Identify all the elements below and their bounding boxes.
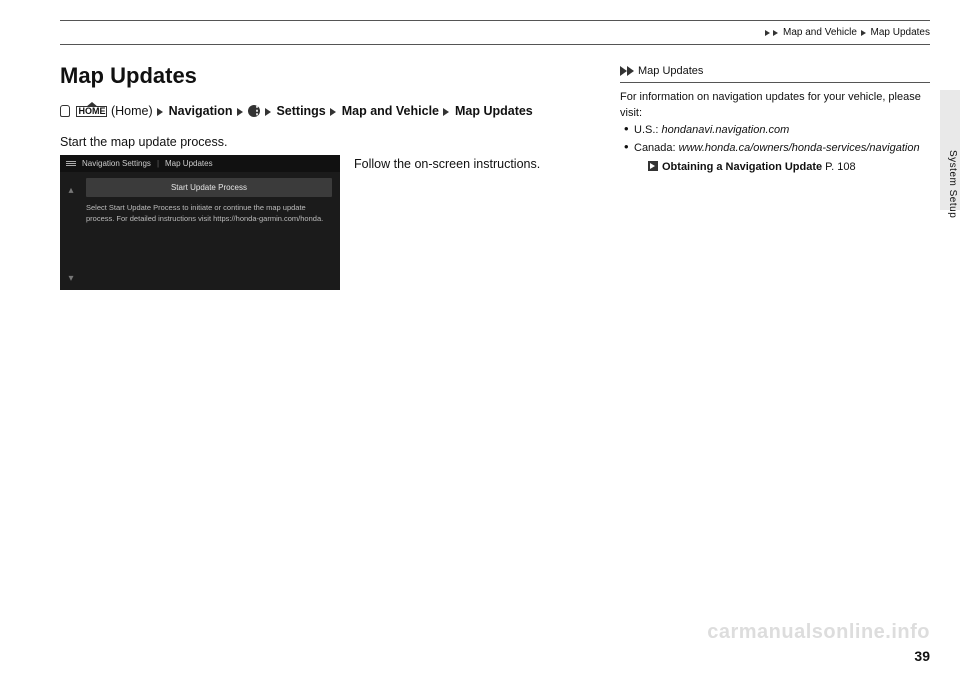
tip-info: For information on navigation updates fo… <box>620 89 930 122</box>
home-icon: HOME <box>76 106 107 117</box>
tip-icon <box>620 66 627 76</box>
list-item: U.S.: hondanavi.navigation.com <box>624 122 930 139</box>
tip-header: Map Updates <box>620 63 930 83</box>
chevron-right-icon <box>265 108 271 116</box>
chevron-right-icon <box>861 30 866 36</box>
breadcrumb-item: Map Updates <box>871 27 930 38</box>
xref-text: Obtaining a Navigation Update <box>662 161 822 173</box>
navigation-path: HOME (Home) Navigation Settings Map and … <box>60 101 590 121</box>
cross-reference: Obtaining a Navigation Update P. 108 <box>634 159 930 176</box>
intro-text: Start the map update process. <box>60 135 590 149</box>
chevron-right-icon <box>443 108 449 116</box>
section-tab-label: System Setup <box>947 150 958 218</box>
page-title: Map Updates <box>60 63 590 89</box>
start-update-button: Start Update Process <box>86 178 332 197</box>
path-map-updates: Map Updates <box>455 104 533 118</box>
xref-icon <box>648 161 658 171</box>
up-arrow-icon: ▴ <box>68 185 73 196</box>
path-navigation: Navigation <box>169 104 233 118</box>
instruction-text: Follow the on-screen instructions. <box>354 155 590 171</box>
list-item: Canada: www.honda.ca/owners/honda-servic… <box>624 140 930 175</box>
ca-url: www.honda.ca/owners/honda-services/navig… <box>679 142 920 154</box>
breadcrumb-item: Map and Vehicle <box>783 27 857 38</box>
path-home-label: (Home) <box>111 104 153 118</box>
chevron-right-icon <box>237 108 243 116</box>
ss-crumb1: Navigation Settings <box>82 159 151 168</box>
tip-icon <box>627 66 634 76</box>
down-arrow-icon: ▾ <box>68 273 73 284</box>
select-icon <box>60 105 70 117</box>
us-label: U.S.: <box>634 124 662 136</box>
path-map-vehicle: Map and Vehicle <box>342 104 439 118</box>
ss-crumb2: Map Updates <box>165 159 213 168</box>
breadcrumb: Map and Vehicle Map Updates <box>60 25 930 44</box>
watermark: carmanualsonline.info <box>707 621 930 644</box>
ss-body-text: Select Start Update Process to initiate … <box>60 203 340 224</box>
path-settings: Settings <box>276 104 325 118</box>
chevron-right-icon <box>157 108 163 116</box>
tip-title: Map Updates <box>638 63 703 80</box>
xref-page: P. 108 <box>822 161 855 173</box>
chevron-right-icon <box>765 30 770 36</box>
separator: | <box>157 159 159 168</box>
chevron-right-icon <box>773 30 778 36</box>
ca-label: Canada: <box>634 142 679 154</box>
chevron-right-icon <box>330 108 336 116</box>
more-icon <box>248 105 260 117</box>
device-screenshot: Navigation Settings | Map Updates ▴ ▾ St… <box>60 155 340 290</box>
us-url: hondanavi.navigation.com <box>662 124 790 136</box>
menu-icon <box>66 160 76 167</box>
page-number: 39 <box>914 648 930 664</box>
